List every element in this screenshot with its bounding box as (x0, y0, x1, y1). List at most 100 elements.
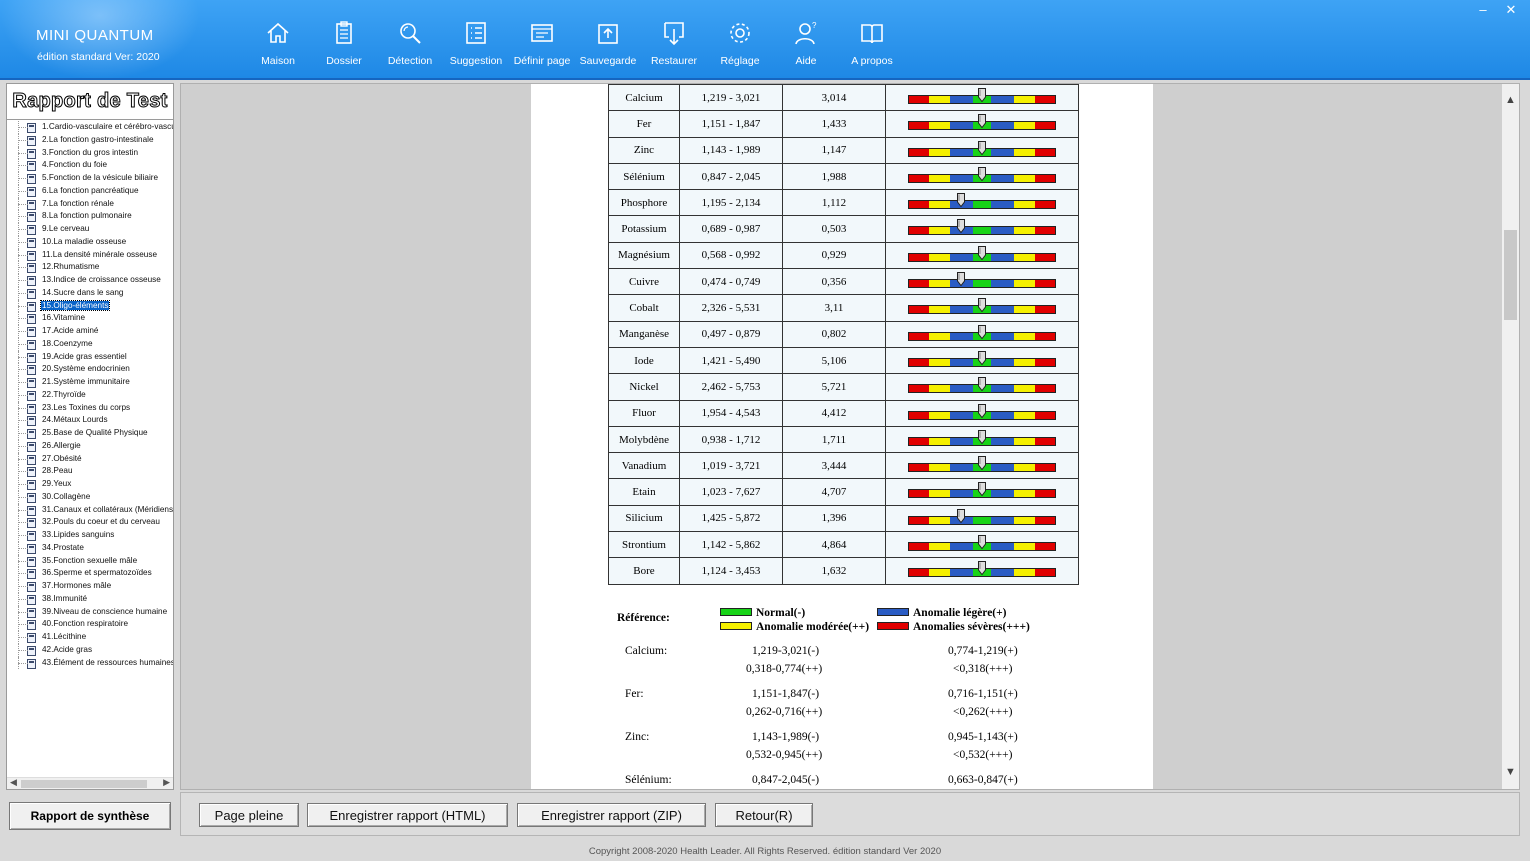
report-tree-item[interactable]: 19.Acide gras essentiel (7, 350, 173, 364)
back-button[interactable]: Retour(R) (715, 803, 813, 827)
gauge-cell (885, 531, 1079, 559)
measured-value: 4,864 (782, 531, 886, 559)
reference-label: Référence: (617, 612, 670, 624)
save-zip-button[interactable]: Enregistrer rapport (ZIP) (517, 803, 706, 827)
toolbar-page-setup-button[interactable]: Définir page (509, 0, 575, 80)
scroll-up-icon[interactable]: ▲ (1505, 94, 1516, 106)
toolbar-download-button[interactable]: Restaurer (641, 0, 707, 80)
report-tree-item[interactable]: 34.Prostate (7, 541, 173, 555)
report-tree-item[interactable]: 24.Métaux Lourds (7, 414, 173, 427)
report-tree-item[interactable]: 13.Indice de croissance osseuse (7, 274, 173, 287)
close-button[interactable]: ✕ (1502, 2, 1520, 18)
toolbar-home-button[interactable]: Maison (245, 0, 311, 80)
toolbar-gear-button[interactable]: Réglage (707, 0, 773, 80)
clipboard-icon (336, 21, 352, 44)
report-tree-item[interactable]: 16.Vitamine (7, 312, 173, 325)
minimize-button[interactable]: – (1474, 2, 1492, 18)
sidebar-horizontal-scrollbar[interactable]: ◀ ▶ (7, 777, 173, 789)
document-icon (27, 556, 36, 567)
tree-item-label: 29.Yeux (42, 479, 72, 488)
toolbar-label: Détection (387, 55, 433, 67)
tree-item-label: 31.Canaux et collatéraux (Méridiens) (42, 504, 173, 514)
report-tree-item[interactable]: 3.Fonction du gros intestin (7, 146, 173, 160)
report-tree-item[interactable]: 36.Sperme et spermatozoïdes (7, 567, 173, 580)
report-tree-item[interactable]: 6.La fonction pancréatique (7, 184, 173, 198)
report-tree-item[interactable]: 18.Coenzyme (7, 337, 173, 351)
scrollbar-thumb[interactable] (21, 780, 147, 788)
report-tree-item[interactable]: 14.Sucre dans le sang (7, 286, 173, 300)
reference-moderate: 0,262-0,716(++) (746, 706, 823, 718)
svg-text:?: ? (812, 21, 817, 30)
report-tree-item[interactable]: 5.Fonction de la vésicule biliaire (7, 172, 173, 185)
tree-item-label: 10.La maladie osseuse (42, 236, 127, 246)
tree-item-label: 21.Système immunitaire (42, 377, 130, 386)
report-tree-item[interactable]: 41.Lécithine (7, 631, 173, 644)
report-tree-item[interactable]: 7.La fonction rénale (7, 197, 173, 211)
report-tree-item[interactable]: 20.Système endocrinien (7, 363, 173, 376)
full-page-button[interactable]: Page pleine (199, 803, 299, 827)
scrollbar-thumb[interactable] (1504, 230, 1517, 320)
report-tree-item[interactable]: 43.Élément de ressources humaines (7, 656, 173, 670)
report-tree-item[interactable]: 37.Hormones mâle (7, 580, 173, 593)
scroll-down-icon[interactable]: ▼ (1505, 766, 1516, 778)
report-tree-item[interactable]: 25.Base de Qualité Physique (7, 427, 173, 440)
toolbar-book-button[interactable]: A propos (839, 0, 905, 80)
report-tree-item[interactable]: 30.Collagène (7, 490, 173, 504)
gauge-cell (885, 189, 1079, 217)
gauge-cell (885, 84, 1079, 112)
report-tree-item[interactable]: 42.Acide gras (7, 643, 173, 657)
report-tree-item[interactable]: 39.Niveau de conscience humaine (7, 605, 173, 619)
report-tree-item[interactable]: 35.Fonction sexuelle mâle (7, 554, 173, 568)
document-icon (27, 633, 36, 643)
report-tree-item[interactable]: 21.Système immunitaire (7, 376, 173, 389)
gauge-cell (885, 241, 1079, 270)
report-tree-item[interactable]: 17.Acide aminé (7, 325, 173, 338)
report-tree-item[interactable]: 26.Allergie (7, 439, 173, 453)
report-tree-item[interactable]: 32.Pouls du coeur et du cerveau (7, 516, 173, 529)
measured-value: 1,988 (782, 162, 886, 191)
report-tree-item[interactable]: 28.Peau (7, 465, 173, 478)
tree-item-label: 23.Les Toxines du corps (42, 402, 131, 412)
report-tree-item[interactable]: 10.La maladie osseuse (7, 235, 173, 249)
report-tree-item[interactable]: 12.Rhumatisme (7, 261, 173, 274)
report-tree-item[interactable]: 33.Lipides sanguins (7, 529, 173, 542)
level-marker-icon (957, 219, 966, 234)
report-tree-item[interactable]: 2.La fonction gastro-intestinale (7, 133, 173, 147)
report-tree-item[interactable]: 27.Obésité (7, 452, 173, 466)
report-tree-item[interactable]: 9.Le cerveau (7, 223, 173, 236)
scroll-right-icon[interactable]: ▶ (163, 777, 170, 788)
element-name: Vanadium (608, 452, 680, 480)
report-tree-item[interactable]: 29.Yeux (7, 478, 173, 491)
report-tree-item[interactable]: 23.Les Toxines du corps (7, 401, 173, 415)
report-tree-item[interactable]: 22.Thyroïde (7, 388, 173, 402)
element-name: Sélénium (608, 162, 680, 191)
report-tree-item[interactable]: 8.La fonction pulmonaire (7, 210, 173, 223)
toolbar-clipboard-button[interactable]: Dossier (311, 0, 377, 80)
report-vertical-scrollbar[interactable]: ▲ ▼ (1502, 84, 1519, 789)
report-tree-item[interactable]: 38.Immunité (7, 592, 173, 606)
report-tree-item[interactable]: 1.Cardio-vasculaire et cérébro-vasculair… (7, 121, 173, 134)
synthesis-report-button[interactable]: Rapport de synthèse (9, 802, 171, 830)
level-marker-icon (978, 166, 986, 181)
normal-range: 2,462 - 5,753 (679, 373, 783, 401)
tree-item-label: 4.Fonction du foie (42, 160, 108, 170)
report-tree-item[interactable]: 4.Fonction du foie (7, 159, 173, 172)
report-tree-item[interactable]: 40.Fonction respiratoire (7, 618, 173, 631)
toolbar-magnifier-button[interactable]: Détection (377, 0, 443, 80)
save-html-button[interactable]: Enregistrer rapport (HTML) (307, 803, 508, 827)
document-icon (27, 403, 36, 414)
tree-item-label: 14.Sucre dans le sang (42, 287, 124, 297)
report-tree-item[interactable]: 15.Oligo-éléments (7, 299, 173, 313)
scroll-left-icon[interactable]: ◀ (10, 777, 17, 788)
gauge-cell (885, 110, 1079, 138)
toolbar-list-button[interactable]: Suggestion (443, 0, 509, 80)
user-help-icon: ? (795, 21, 817, 45)
toolbar-upload-button[interactable]: Sauvegarde (575, 0, 641, 80)
normal-range: 0,497 - 0,879 (679, 320, 783, 348)
toolbar-user-help-button[interactable]: ? Aide (773, 0, 839, 80)
document-icon (27, 543, 36, 554)
tree-item-label: 33.Lipides sanguins (42, 530, 115, 539)
gauge-cell (885, 557, 1079, 585)
report-tree-item[interactable]: 11.La densité minérale osseuse (7, 248, 173, 262)
report-tree-item[interactable]: 31.Canaux et collatéraux (Méridiens) (7, 503, 173, 517)
